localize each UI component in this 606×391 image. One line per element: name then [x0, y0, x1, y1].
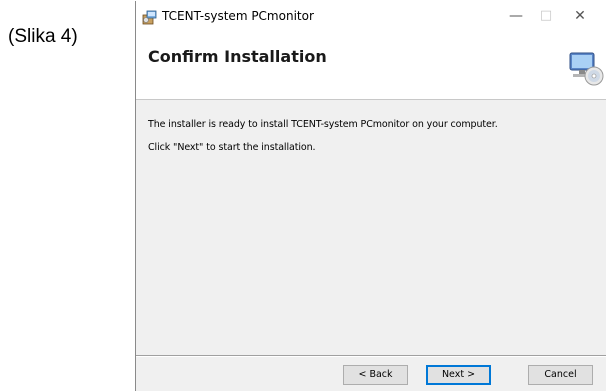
window-title: TCENT-system PCmonitor — [162, 9, 314, 23]
figure-caption: (Slika 4) — [8, 26, 78, 47]
title-bar[interactable]: TCENT-system PCmonitor — □ ✕ — [136, 1, 606, 31]
instruction-message: Click "Next" to start the installation. — [148, 142, 316, 153]
maximize-button[interactable]: □ — [532, 5, 560, 27]
footer-divider — [136, 355, 606, 357]
back-button[interactable]: < Back — [343, 365, 408, 385]
wizard-header: Confirm Installation — [136, 31, 606, 100]
ready-message: The installer is ready to install TCENT-… — [148, 119, 498, 130]
cancel-button[interactable]: Cancel — [528, 365, 593, 385]
next-button[interactable]: Next > — [426, 365, 491, 385]
installer-window: TCENT-system PCmonitor — □ ✕ Confirm Ins… — [135, 1, 606, 391]
page-title: Confirm Installation — [148, 47, 327, 66]
computer-cd-icon — [569, 52, 604, 86]
installer-app-icon — [142, 10, 157, 25]
close-button[interactable]: ✕ — [566, 5, 594, 27]
minimize-button[interactable]: — — [502, 5, 530, 27]
